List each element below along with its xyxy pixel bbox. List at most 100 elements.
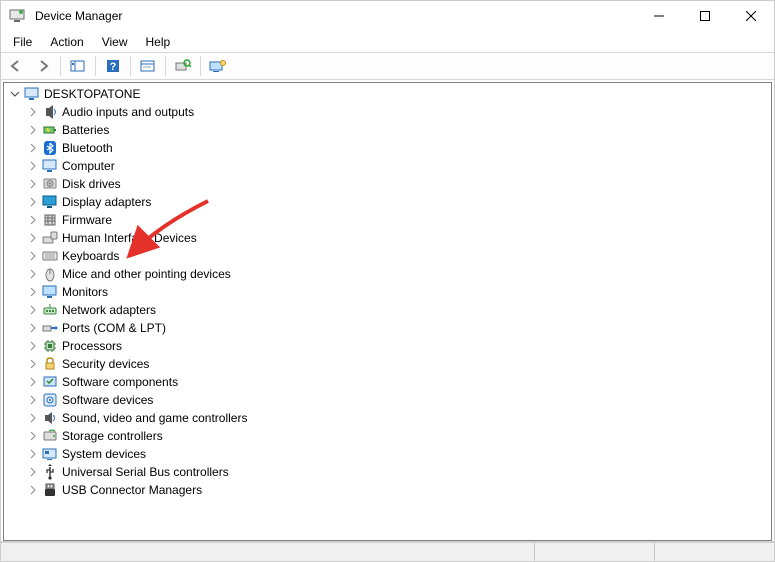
tree-item[interactable]: Software devices	[4, 391, 771, 409]
help-button[interactable]: ?	[101, 55, 125, 77]
forward-button[interactable]	[31, 55, 55, 77]
expand-icon[interactable]	[26, 177, 40, 191]
tree-item[interactable]: Firmware	[4, 211, 771, 229]
properties-button[interactable]	[136, 55, 160, 77]
tree-item[interactable]: Ports (COM & LPT)	[4, 319, 771, 337]
device-tree[interactable]: DESKTOPATONE Audio inputs and outputs Bat…	[3, 82, 772, 541]
expand-icon[interactable]	[26, 357, 40, 371]
security-icon	[42, 356, 58, 372]
expand-icon[interactable]	[26, 429, 40, 443]
expand-icon[interactable]	[26, 195, 40, 209]
network-icon	[42, 302, 58, 318]
show-hide-tree-button[interactable]	[66, 55, 90, 77]
add-hardware-button[interactable]	[206, 55, 230, 77]
audio-icon	[42, 104, 58, 120]
expand-icon[interactable]	[26, 231, 40, 245]
maximize-button[interactable]	[682, 1, 728, 31]
expand-icon[interactable]	[26, 249, 40, 263]
app-icon	[9, 8, 25, 24]
titlebar: Device Manager	[1, 1, 774, 31]
tree-item[interactable]: Processors	[4, 337, 771, 355]
keyboard-icon	[42, 248, 58, 264]
toolbar-separator	[60, 56, 61, 76]
tree-item[interactable]: Monitors	[4, 283, 771, 301]
expand-icon[interactable]	[26, 375, 40, 389]
tree-item-label: Mice and other pointing devices	[62, 267, 231, 281]
toolbar-separator	[130, 56, 131, 76]
collapse-icon[interactable]	[8, 87, 22, 101]
menu-action[interactable]: Action	[42, 33, 91, 51]
tree-item-label: USB Connector Managers	[62, 483, 202, 497]
usb-icon	[42, 464, 58, 480]
tree-item[interactable]: Universal Serial Bus controllers	[4, 463, 771, 481]
tree-item-label: Software devices	[62, 393, 153, 407]
tree-item-label: Processors	[62, 339, 122, 353]
tree-item[interactable]: Human Interface Devices	[4, 229, 771, 247]
expand-icon[interactable]	[26, 123, 40, 137]
expand-icon[interactable]	[26, 465, 40, 479]
tree-item[interactable]: Mice and other pointing devices	[4, 265, 771, 283]
tree-item-label: Computer	[62, 159, 115, 173]
tree-item-label: Bluetooth	[62, 141, 113, 155]
tree-item-label: Human Interface Devices	[62, 231, 197, 245]
mouse-icon	[42, 266, 58, 282]
tree-root[interactable]: DESKTOPATONE	[4, 85, 771, 103]
cpu-icon	[42, 338, 58, 354]
expand-icon[interactable]	[26, 393, 40, 407]
expand-icon[interactable]	[26, 159, 40, 173]
swdev-icon	[42, 392, 58, 408]
minimize-button[interactable]	[636, 1, 682, 31]
tree-item-label: Audio inputs and outputs	[62, 105, 194, 119]
tree-item-label: Network adapters	[62, 303, 156, 317]
menu-file[interactable]: File	[5, 33, 40, 51]
expand-icon[interactable]	[26, 105, 40, 119]
tree-item[interactable]: Security devices	[4, 355, 771, 373]
expand-icon[interactable]	[26, 321, 40, 335]
tree-root-label: DESKTOPATONE	[44, 87, 140, 101]
toolbar-separator	[165, 56, 166, 76]
close-button[interactable]	[728, 1, 774, 31]
tree-item[interactable]: Sound, video and game controllers	[4, 409, 771, 427]
tree-item[interactable]: Display adapters	[4, 193, 771, 211]
window-controls	[636, 1, 774, 31]
expand-icon[interactable]	[26, 285, 40, 299]
usbconn-icon	[42, 482, 58, 498]
tree-item[interactable]: Software components	[4, 373, 771, 391]
tree-item-label: Universal Serial Bus controllers	[62, 465, 229, 479]
expand-icon[interactable]	[26, 141, 40, 155]
tree-item-label: Storage controllers	[62, 429, 163, 443]
tree-item-label: Monitors	[62, 285, 108, 299]
expand-icon[interactable]	[26, 267, 40, 281]
tree-item[interactable]: Keyboards	[4, 247, 771, 265]
tree-item[interactable]: Storage controllers	[4, 427, 771, 445]
svg-text:?: ?	[110, 61, 117, 73]
sound-icon	[42, 410, 58, 426]
expand-icon[interactable]	[26, 411, 40, 425]
tree-item[interactable]: Batteries	[4, 121, 771, 139]
tree-item[interactable]: Network adapters	[4, 301, 771, 319]
hid-icon	[42, 230, 58, 246]
storage-icon	[42, 428, 58, 444]
expand-icon[interactable]	[26, 213, 40, 227]
tree-item[interactable]: Bluetooth	[4, 139, 771, 157]
tree-item[interactable]: System devices	[4, 445, 771, 463]
expand-icon[interactable]	[26, 339, 40, 353]
tree-item-label: Ports (COM & LPT)	[62, 321, 166, 335]
menu-view[interactable]: View	[94, 33, 136, 51]
computer-icon	[42, 158, 58, 174]
expand-icon[interactable]	[26, 483, 40, 497]
tree-item[interactable]: Computer	[4, 157, 771, 175]
tree-item-label: Display adapters	[62, 195, 151, 209]
tree-item[interactable]: USB Connector Managers	[4, 481, 771, 499]
expand-icon[interactable]	[26, 303, 40, 317]
tree-item-label: Security devices	[62, 357, 149, 371]
firmware-icon	[42, 212, 58, 228]
expand-icon[interactable]	[26, 447, 40, 461]
tree-item[interactable]: Audio inputs and outputs	[4, 103, 771, 121]
tree-item-label: Keyboards	[62, 249, 119, 263]
menu-help[interactable]: Help	[138, 33, 179, 51]
back-button[interactable]	[5, 55, 29, 77]
scan-hardware-button[interactable]	[171, 55, 195, 77]
tree-item[interactable]: Disk drives	[4, 175, 771, 193]
toolbar-separator	[200, 56, 201, 76]
